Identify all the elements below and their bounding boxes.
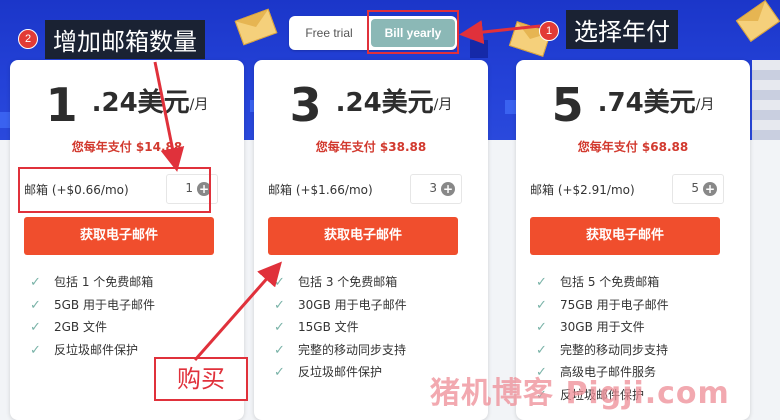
arrow-to-bill-yearly: [459, 20, 541, 45]
arrow-to-buy-button: [193, 261, 282, 361]
annotation-arrows: [153, 20, 541, 361]
arrow-to-mailbox: [153, 61, 185, 172]
